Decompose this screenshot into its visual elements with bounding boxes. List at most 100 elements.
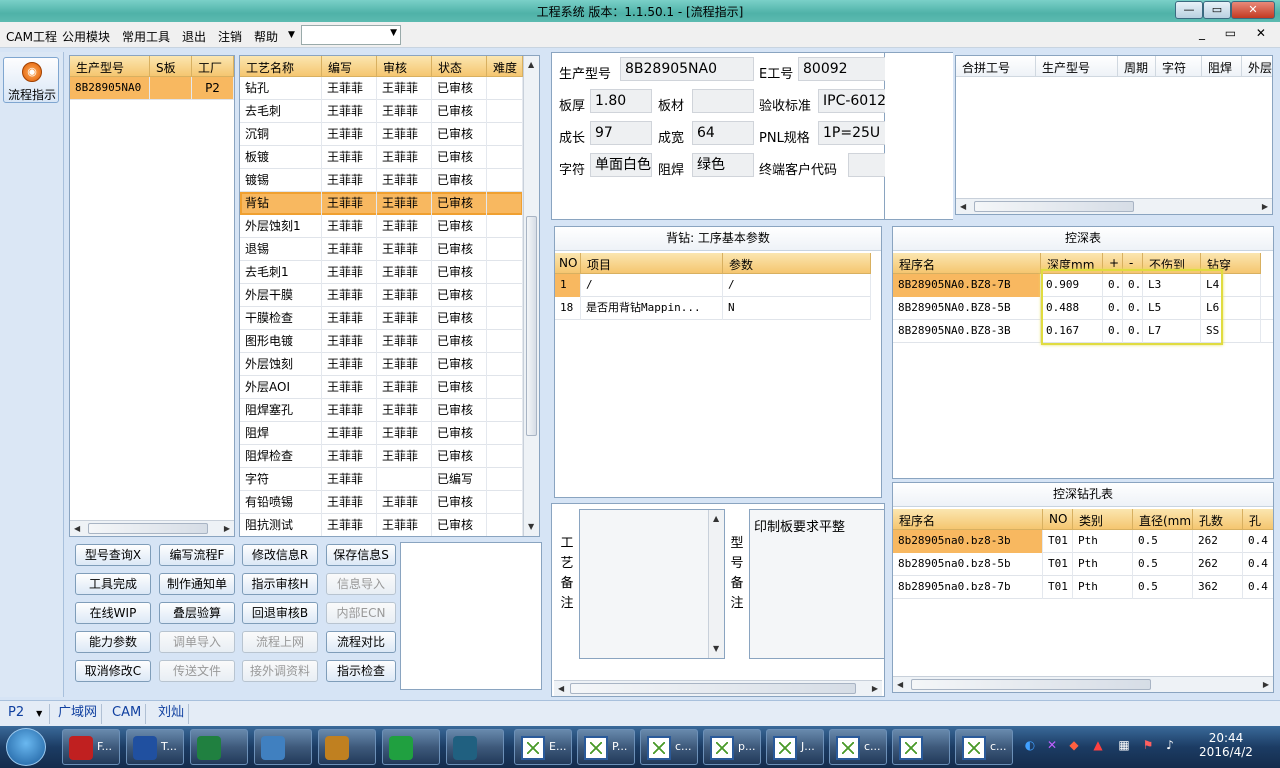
model-field[interactable]: 8B28905NA0 [620,57,754,81]
arrow-up-icon[interactable]: ▲ [713,514,719,523]
char-field[interactable]: 单面白色 [590,153,652,177]
taskbar-item[interactable] [318,729,376,765]
action-button[interactable]: 编写流程F [159,544,235,566]
length-field[interactable]: 97 [590,121,652,145]
taskbar-item[interactable]: P... [577,729,635,765]
vertical-scrollbar[interactable]: ▲ ▼ [708,510,724,658]
table-row[interactable]: 8B28905NA0 P2 [70,77,234,100]
arrow-left-icon[interactable]: ◀ [74,524,80,533]
taskbar-item[interactable]: T... [126,729,184,765]
factory-select[interactable]: P2 ▼ [4,704,50,724]
table-row[interactable]: 图形电镀 王菲菲 王菲菲 已审核 [240,330,523,353]
start-button[interactable] [6,728,46,766]
clock[interactable]: 20:44 2016/4/2 [1196,731,1256,759]
flow-indicator-button[interactable]: ◉ 流程指示 [3,57,59,103]
col-header[interactable]: S板 [150,56,192,77]
table-row[interactable]: 外层AOI 王菲菲 王菲菲 已审核 [240,376,523,399]
action-button[interactable]: 能力参数 [75,631,151,653]
horizontal-scrollbar[interactable]: ◀ ▶ [893,676,1273,692]
taskbar-item[interactable]: E... [514,729,572,765]
table-row[interactable]: 18 是否用背钻Mappin... N [555,297,871,320]
menu-cam[interactable]: CAM工程 [6,28,57,45]
arrow-right-icon[interactable]: ▶ [224,524,230,533]
table-row[interactable]: 有铅喷锡 王菲菲 王菲菲 已审核 [240,491,523,514]
col-header[interactable]: 审核 [377,56,432,77]
action-button[interactable]: 型号查询X [75,544,151,566]
arrow-right-icon[interactable]: ▶ [1263,680,1269,689]
maximize-button[interactable]: ▭ [1203,1,1231,19]
arrow-right-icon[interactable]: ▶ [1262,202,1268,211]
action-button[interactable]: 保存信息S [326,544,396,566]
table-row[interactable]: 阻焊 王菲菲 王菲菲 已审核 [240,422,523,445]
col-header[interactable]: 直径(mm) [1133,509,1193,530]
action-button[interactable]: 取消修改C [75,660,151,682]
col-header[interactable]: 生产型号 [1036,56,1118,77]
table-row[interactable]: 8b28905na0.bz8-3b T01 Pth 0.5 262 0.4 [893,530,1273,553]
action-button[interactable]: 传送文件 [159,660,235,682]
taskbar-item[interactable]: c... [640,729,698,765]
minimize-button[interactable]: — [1175,1,1203,19]
table-row[interactable]: 8b28905na0.bz8-7b T01 Pth 0.5 362 0.4 [893,576,1273,599]
col-header[interactable]: NO [555,253,581,274]
action-button[interactable]: 信息导入 [326,573,396,595]
taskbar-item[interactable] [892,729,950,765]
action-button[interactable]: 工具完成 [75,573,151,595]
arrow-down-icon[interactable]: ▼ [528,522,534,531]
vertical-scrollbar[interactable]: ▲ ▼ [523,56,539,536]
col-header[interactable]: 程序名 [893,509,1043,530]
taskbar-item[interactable]: c... [829,729,887,765]
horizontal-scrollbar[interactable]: ◀ ▶ [70,520,234,536]
action-button[interactable]: 指示检查 [326,660,396,682]
col-header[interactable]: 周期 [1118,56,1156,77]
network-icon[interactable]: ▦ [1116,738,1132,754]
table-row[interactable]: 字符 王菲菲 已编写 [240,468,523,491]
table-row[interactable]: 阻焊塞孔 王菲菲 王菲菲 已审核 [240,399,523,422]
table-row[interactable]: 去毛刺 王菲菲 王菲菲 已审核 [240,100,523,123]
horizontal-scrollbar[interactable]: ◀ ▶ [554,680,882,696]
toolbar-combo[interactable]: ▼ [301,25,401,45]
tray-icon[interactable]: ▲ [1090,738,1106,754]
table-row[interactable]: 退锡 王菲菲 王菲菲 已审核 [240,238,523,261]
flag-icon[interactable]: ⚑ [1140,738,1156,754]
width-field[interactable]: 64 [692,121,754,145]
chevron-down-icon[interactable]: ▼ [288,30,295,40]
table-row[interactable]: 板镀 王菲菲 王菲菲 已审核 [240,146,523,169]
col-header[interactable]: 阻焊 [1202,56,1242,77]
arrow-down-icon[interactable]: ▼ [713,644,719,653]
col-header[interactable]: 合拼工号 [956,56,1036,77]
col-header[interactable]: 程序名 [893,253,1041,274]
taskbar-item[interactable] [382,729,440,765]
col-header[interactable]: 类别 [1073,509,1133,530]
table-row[interactable]: 沉铜 王菲菲 王菲菲 已审核 [240,123,523,146]
table-row[interactable]: 阻焊检查 王菲菲 王菲菲 已审核 [240,445,523,468]
menu-tools[interactable]: 常用工具 [122,28,170,45]
col-header[interactable]: 工艺名称 [240,56,322,77]
action-button[interactable]: 指示审核H [242,573,318,595]
col-header[interactable]: 生产型号 [70,56,150,77]
action-button[interactable]: 调单导入 [159,631,235,653]
col-header[interactable]: 状态 [432,56,487,77]
action-button[interactable]: 制作通知单 [159,573,235,595]
process-note-field[interactable]: ▲ ▼ [579,509,725,659]
table-row[interactable]: 干膜检查 王菲菲 王菲菲 已审核 [240,307,523,330]
action-button[interactable]: 流程对比 [326,631,396,653]
table-row[interactable]: 阻抗测试 王菲菲 王菲菲 已审核 [240,514,523,536]
action-button[interactable]: 内部ECN [326,602,396,624]
material-field[interactable] [692,89,754,113]
tray-icon[interactable]: ✕ [1044,738,1060,754]
col-header[interactable]: 孔 [1243,509,1273,530]
table-row[interactable]: 镀锡 王菲菲 王菲菲 已审核 [240,169,523,192]
taskbar-item[interactable] [190,729,248,765]
horizontal-scrollbar[interactable]: ◀ ▶ [956,198,1272,214]
col-header[interactable]: 字符 [1156,56,1202,77]
model-note-field[interactable]: 印制板要求平整 [749,509,885,659]
close-button[interactable]: ✕ [1231,1,1275,19]
taskbar-item[interactable]: J... [766,729,824,765]
arrow-left-icon[interactable]: ◀ [558,684,564,693]
table-row[interactable]: 1 / / [555,274,871,297]
col-header[interactable]: 参数 [723,253,871,274]
thickness-field[interactable]: 1.80 [590,89,652,113]
col-header[interactable]: 编写 [322,56,377,77]
taskbar-item[interactable] [254,729,312,765]
taskbar-item[interactable]: F... [62,729,120,765]
